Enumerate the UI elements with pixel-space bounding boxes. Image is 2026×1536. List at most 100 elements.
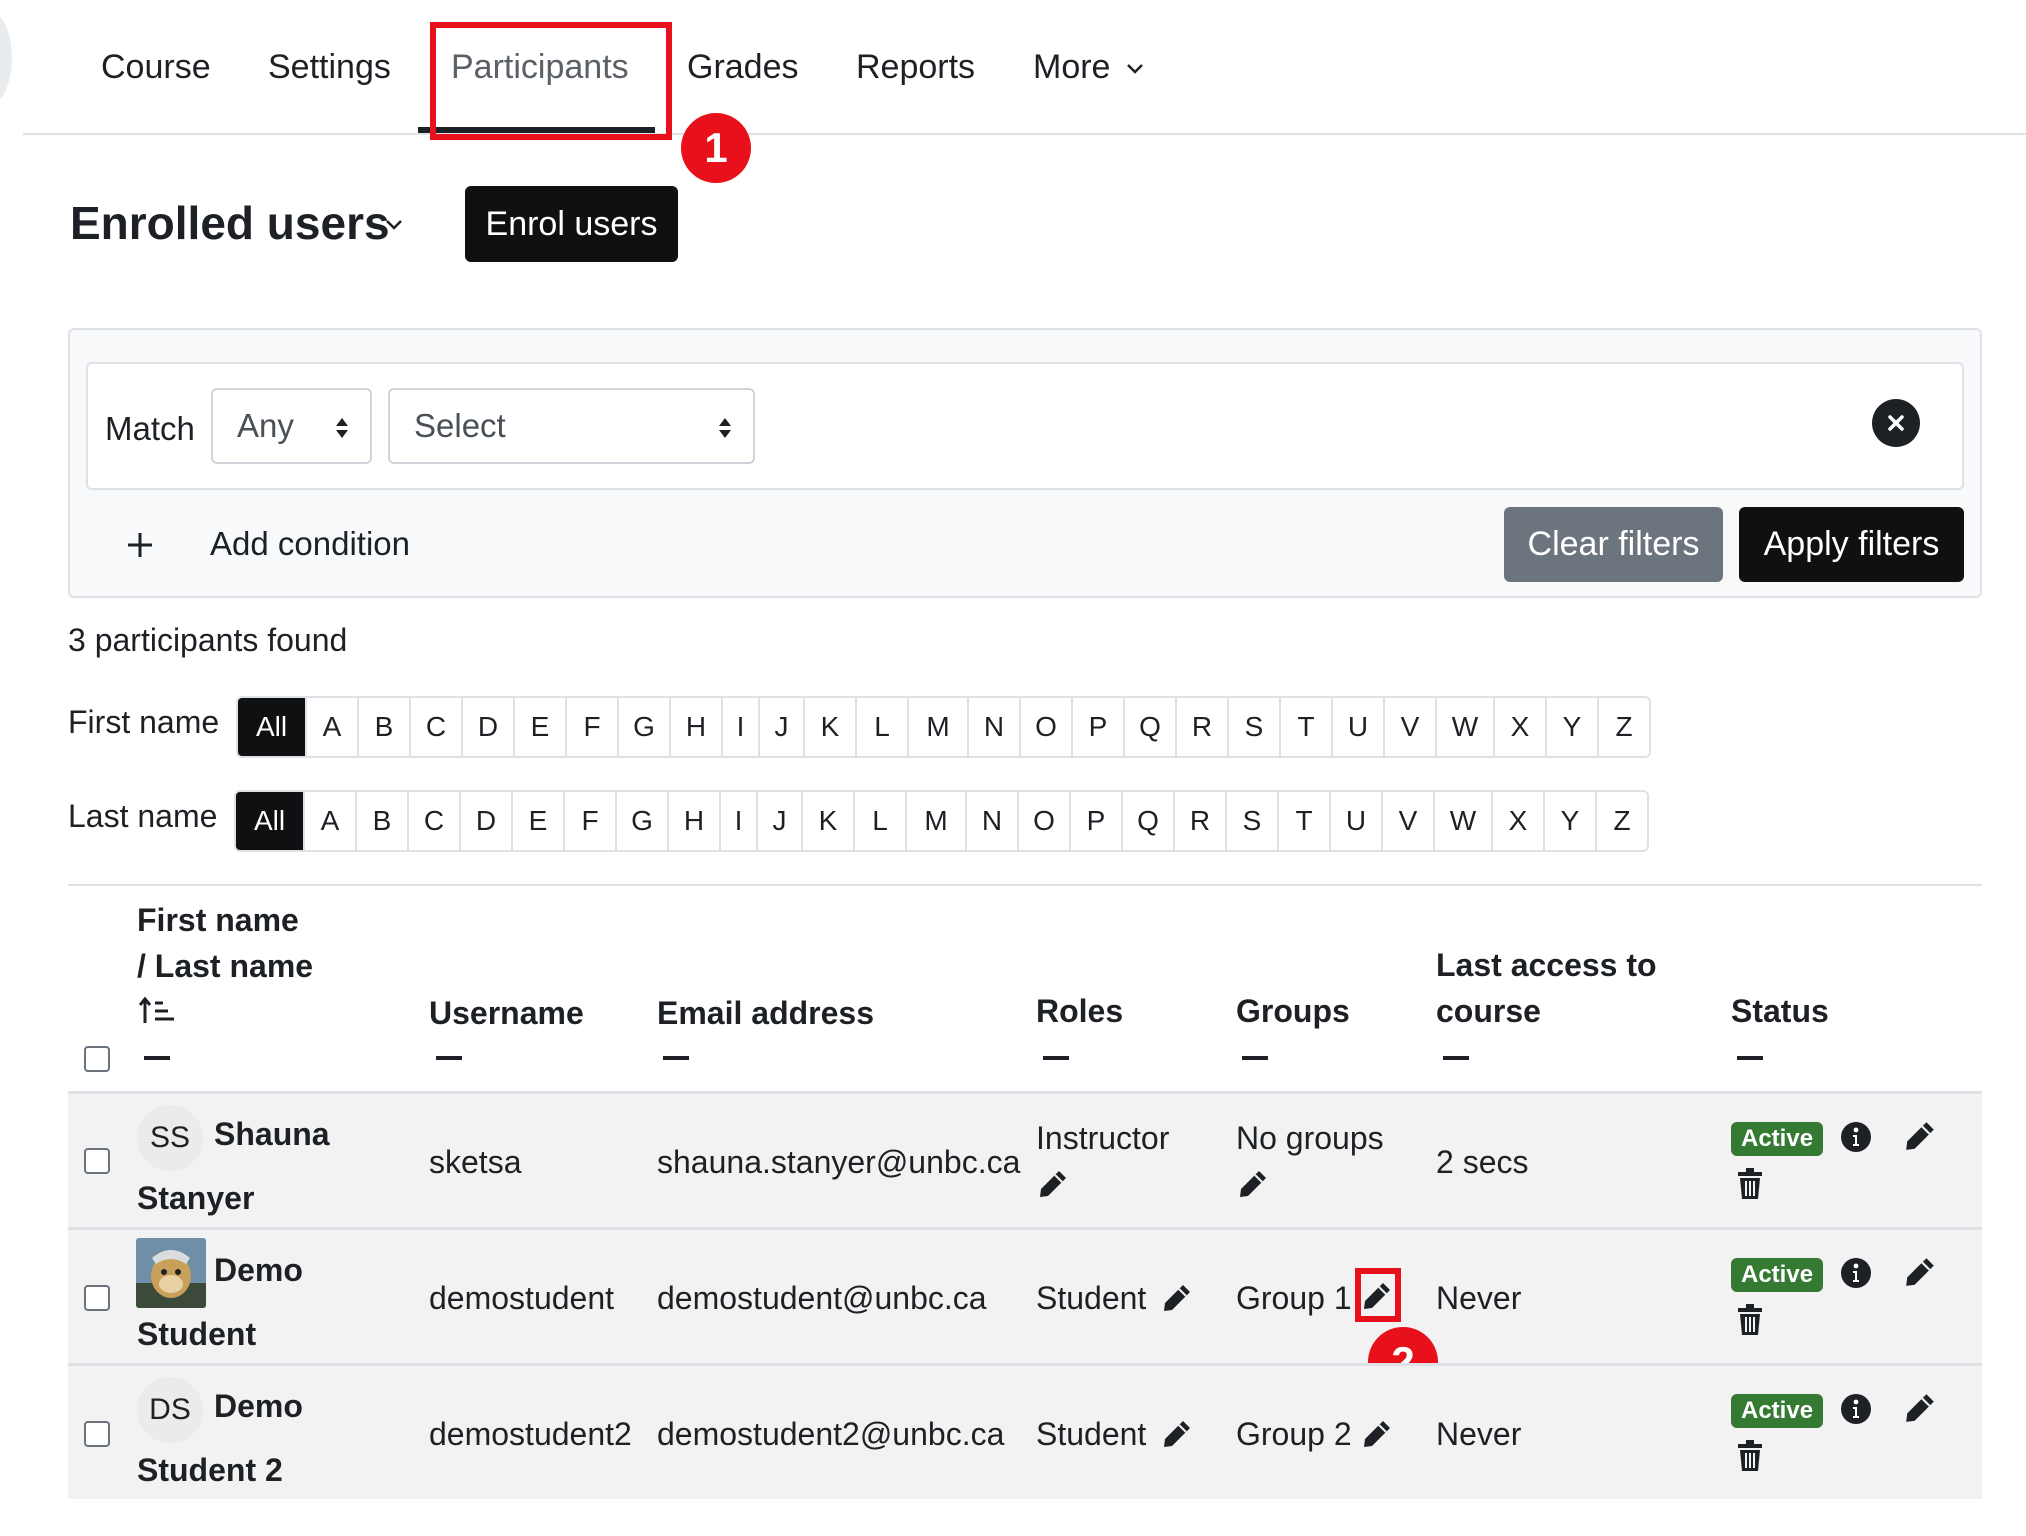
- last-name-initial-h[interactable]: H: [667, 792, 719, 850]
- first-name-initial-v[interactable]: V: [1383, 698, 1435, 756]
- add-condition-link[interactable]: Add condition: [210, 525, 410, 563]
- last-name-initial-e[interactable]: E: [511, 792, 563, 850]
- edit-groups-pencil-icon[interactable]: [1237, 1168, 1269, 1200]
- hide-column-name-icon[interactable]: [144, 1056, 170, 1060]
- chevron-down-icon[interactable]: [384, 218, 404, 232]
- first-name-initial-j[interactable]: J: [758, 698, 803, 756]
- first-name-initial-e[interactable]: E: [513, 698, 565, 756]
- first-name-initial-a[interactable]: A: [305, 698, 357, 756]
- last-name-initial-d[interactable]: D: [459, 792, 511, 850]
- first-name-initial-x[interactable]: X: [1493, 698, 1545, 756]
- trash-icon[interactable]: [1736, 1168, 1764, 1200]
- row-select-checkbox[interactable]: [84, 1421, 110, 1447]
- user-first-name-link[interactable]: Shauna: [214, 1116, 330, 1153]
- last-name-initial-y[interactable]: Y: [1543, 792, 1595, 850]
- edit-enrolment-pencil-icon[interactable]: [1903, 1391, 1937, 1425]
- last-name-initial-m[interactable]: M: [905, 792, 965, 850]
- first-name-initial-o[interactable]: O: [1019, 698, 1071, 756]
- info-icon[interactable]: [1840, 1257, 1872, 1289]
- hide-column-status-icon[interactable]: [1737, 1056, 1763, 1060]
- first-name-initial-i[interactable]: I: [721, 698, 758, 756]
- first-name-initial-t[interactable]: T: [1279, 698, 1331, 756]
- edit-roles-pencil-icon[interactable]: [1161, 1418, 1193, 1450]
- last-name-initial-q[interactable]: Q: [1121, 792, 1173, 850]
- hide-column-groups-icon[interactable]: [1242, 1056, 1268, 1060]
- info-icon[interactable]: [1840, 1393, 1872, 1425]
- info-icon[interactable]: [1840, 1121, 1872, 1153]
- first-name-initial-h[interactable]: H: [669, 698, 721, 756]
- select-all-checkbox[interactable]: [84, 1046, 110, 1072]
- trash-icon[interactable]: [1736, 1440, 1764, 1472]
- first-name-initial-m[interactable]: M: [907, 698, 967, 756]
- last-name-initial-c[interactable]: C: [407, 792, 459, 850]
- first-name-initial-y[interactable]: Y: [1545, 698, 1597, 756]
- last-name-initial-g[interactable]: G: [615, 792, 667, 850]
- last-name-initial-f[interactable]: F: [563, 792, 615, 850]
- user-first-name-link[interactable]: Demo: [214, 1388, 303, 1425]
- nav-tab-grades[interactable]: Grades: [687, 48, 799, 87]
- edit-roles-pencil-icon[interactable]: [1037, 1168, 1069, 1200]
- last-name-initial-s[interactable]: S: [1225, 792, 1277, 850]
- last-name-initial-l[interactable]: L: [853, 792, 905, 850]
- first-name-initial-z[interactable]: Z: [1597, 698, 1649, 756]
- last-name-initial-a[interactable]: A: [303, 792, 355, 850]
- nav-tab-settings[interactable]: Settings: [268, 48, 391, 87]
- filter-type-select[interactable]: Select: [388, 388, 755, 464]
- first-name-initial-q[interactable]: Q: [1123, 698, 1175, 756]
- first-name-initial-f[interactable]: F: [565, 698, 617, 756]
- last-name-initial-x[interactable]: X: [1491, 792, 1543, 850]
- nav-tab-course[interactable]: Course: [101, 48, 211, 87]
- last-name-initial-j[interactable]: J: [756, 792, 801, 850]
- nav-tab-more[interactable]: More: [1033, 48, 1144, 87]
- sort-ascending-icon[interactable]: [138, 995, 176, 1027]
- column-header-username[interactable]: Username: [429, 990, 584, 1036]
- column-header-last-access[interactable]: Last access to course: [1436, 942, 1657, 1034]
- user-last-name-link[interactable]: Stanyer: [137, 1180, 254, 1217]
- column-header-email[interactable]: Email address: [657, 990, 874, 1036]
- last-name-initial-u[interactable]: U: [1329, 792, 1381, 850]
- first-name-initial-n[interactable]: N: [967, 698, 1019, 756]
- last-name-initial-o[interactable]: O: [1017, 792, 1069, 850]
- last-name-initial-w[interactable]: W: [1433, 792, 1491, 850]
- last-name-initial-i[interactable]: I: [719, 792, 756, 850]
- last-name-initial-v[interactable]: V: [1381, 792, 1433, 850]
- apply-filters-button[interactable]: Apply filters: [1739, 507, 1964, 582]
- page-title[interactable]: Enrolled users: [70, 196, 390, 250]
- first-name-initial-d[interactable]: D: [461, 698, 513, 756]
- hide-column-username-icon[interactable]: [436, 1056, 462, 1060]
- nav-tab-reports[interactable]: Reports: [856, 48, 975, 87]
- first-name-initial-k[interactable]: K: [803, 698, 855, 756]
- clear-filters-button[interactable]: Clear filters: [1504, 507, 1723, 582]
- first-name-initial-p[interactable]: P: [1071, 698, 1123, 756]
- first-name-initial-w[interactable]: W: [1435, 698, 1493, 756]
- last-name-initial-b[interactable]: B: [355, 792, 407, 850]
- edit-groups-pencil-icon[interactable]: [1361, 1418, 1393, 1450]
- hide-column-roles-icon[interactable]: [1043, 1056, 1069, 1060]
- last-name-initial-t[interactable]: T: [1277, 792, 1329, 850]
- edit-roles-pencil-icon[interactable]: [1161, 1282, 1193, 1314]
- first-name-initial-g[interactable]: G: [617, 698, 669, 756]
- hide-column-last-access-icon[interactable]: [1443, 1056, 1469, 1060]
- first-name-initial-all[interactable]: All: [238, 698, 305, 756]
- user-last-name-link[interactable]: Student: [137, 1316, 256, 1353]
- first-name-initial-r[interactable]: R: [1175, 698, 1227, 756]
- user-last-name-link[interactable]: Student 2: [137, 1452, 283, 1489]
- remove-condition-button[interactable]: [1872, 399, 1920, 447]
- plus-icon[interactable]: [125, 530, 155, 560]
- hide-column-email-icon[interactable]: [663, 1056, 689, 1060]
- row-select-checkbox[interactable]: [84, 1148, 110, 1174]
- first-name-initial-c[interactable]: C: [409, 698, 461, 756]
- column-header-name[interactable]: First name / Last name: [137, 897, 313, 989]
- row-select-checkbox[interactable]: [84, 1285, 110, 1311]
- edit-enrolment-pencil-icon[interactable]: [1903, 1255, 1937, 1289]
- first-name-initial-s[interactable]: S: [1227, 698, 1279, 756]
- trash-icon[interactable]: [1736, 1304, 1764, 1336]
- last-name-initial-z[interactable]: Z: [1595, 792, 1647, 850]
- first-name-initial-l[interactable]: L: [855, 698, 907, 756]
- first-name-initial-b[interactable]: B: [357, 698, 409, 756]
- user-first-name-link[interactable]: Demo: [214, 1252, 303, 1289]
- match-select[interactable]: Any: [211, 388, 372, 464]
- last-name-initial-p[interactable]: P: [1069, 792, 1121, 850]
- last-name-initial-all[interactable]: All: [236, 792, 303, 850]
- edit-enrolment-pencil-icon[interactable]: [1903, 1119, 1937, 1153]
